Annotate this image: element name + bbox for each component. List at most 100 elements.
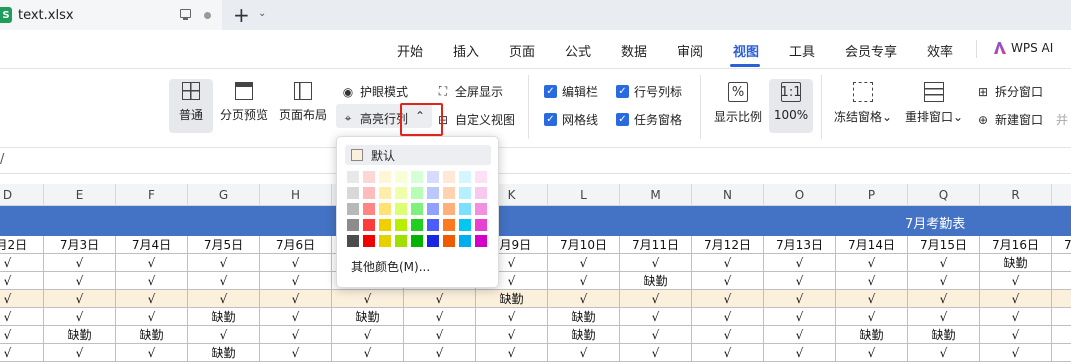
color-swatch[interactable] [443,203,455,215]
color-swatch[interactable] [395,219,407,231]
color-swatch[interactable] [347,171,359,183]
task-pane-checkbox[interactable]: ✓ 任务窗格 [616,111,682,128]
cell[interactable]: √ [260,326,332,344]
cell[interactable]: √ [908,290,980,308]
cell[interactable]: √ [620,344,692,362]
cell[interactable]: √ [332,290,404,308]
column-header-h[interactable]: H [260,184,332,206]
cell[interactable]: √ [0,308,44,326]
cell[interactable]: √ [836,308,908,326]
cell[interactable]: √ [404,290,476,308]
cell[interactable]: 缺勤 [836,326,908,344]
color-swatch[interactable] [459,203,471,215]
cell[interactable]: √ [764,254,836,272]
color-swatch[interactable] [411,171,423,183]
cell[interactable]: √ [116,344,188,362]
color-swatch[interactable] [347,187,359,199]
color-swatch[interactable] [363,235,375,247]
formula-bar-checkbox[interactable]: ✓ 编辑栏 [544,83,598,100]
side-by-side-button[interactable]: 并 [1056,111,1068,128]
cell[interactable]: 7月10日 [548,236,620,254]
cell[interactable]: √ [764,344,836,362]
cell[interactable]: √ [1052,326,1071,344]
color-swatch[interactable] [347,219,359,231]
cell[interactable]: √ [188,290,260,308]
color-swatch[interactable] [363,187,375,199]
color-swatch[interactable] [395,203,407,215]
cell[interactable]: √ [44,254,116,272]
color-swatch[interactable] [363,171,375,183]
cell[interactable]: √ [44,308,116,326]
color-swatch[interactable] [427,219,439,231]
freeze-panes-button[interactable]: 冻结窗格⌄ [832,82,894,125]
sheet-title-band[interactable]: 7月考勤表 [0,206,1071,236]
color-swatch[interactable] [427,203,439,215]
cell[interactable]: √ [260,344,332,362]
color-swatch[interactable] [475,171,487,183]
cell[interactable]: 7月16日 [980,236,1052,254]
cell[interactable]: 缺勤 [476,290,548,308]
cell[interactable]: √ [404,308,476,326]
custom-view-button[interactable]: ⊟ 自定义视图 [436,111,515,128]
menu-formula[interactable]: 公式 [565,41,591,60]
color-swatch[interactable] [427,171,439,183]
cell[interactable]: √ [836,344,908,362]
default-color-option[interactable]: 默认 [345,145,491,165]
menu-page[interactable]: 页面 [509,41,535,60]
color-swatch[interactable] [427,235,439,247]
cell[interactable]: √ [908,254,980,272]
cell[interactable]: √ [1052,272,1071,290]
cell[interactable]: 7月17日 [1052,236,1071,254]
color-swatch[interactable] [395,171,407,183]
column-header-r[interactable]: R [980,184,1052,206]
color-swatch[interactable] [395,187,407,199]
color-swatch[interactable] [427,187,439,199]
cell[interactable]: √ [332,326,404,344]
cell[interactable]: √ [692,290,764,308]
more-colors-option[interactable]: 其他颜色(M)... [351,258,430,275]
cell[interactable]: √ [764,308,836,326]
rearrange-windows-button[interactable]: 重排窗口⌄ [903,82,965,125]
cell[interactable]: √ [692,326,764,344]
color-swatch[interactable] [411,187,423,199]
gridlines-checkbox[interactable]: ✓ 网格线 [544,111,598,128]
cell[interactable]: 7月3日 [44,236,116,254]
color-swatch[interactable] [379,235,391,247]
cell[interactable]: √ [476,344,548,362]
cell[interactable]: √ [548,272,620,290]
cell[interactable]: √ [692,344,764,362]
column-header-l[interactable]: L [548,184,620,206]
cell[interactable]: √ [1052,290,1071,308]
cell[interactable]: 7月15日 [908,236,980,254]
highlight-rowcol-button[interactable]: ⌖ 高亮行列 [341,110,408,127]
cell[interactable]: √ [908,344,980,362]
eye-care-button[interactable]: ◉ 护眼模式 [341,83,408,100]
color-swatch[interactable] [379,219,391,231]
cell[interactable]: √ [692,254,764,272]
new-tab-plus-icon[interactable]: + [233,3,250,27]
cell[interactable]: √ [44,272,116,290]
new-window-button[interactable]: ⊕ 新建窗口 [976,111,1043,128]
split-window-button[interactable]: ⊞ 拆分窗口 [976,83,1043,100]
cell[interactable]: 缺勤 [116,326,188,344]
column-header-q[interactable]: Q [908,184,980,206]
cell[interactable]: 缺勤 [548,326,620,344]
cell[interactable]: 7月13日 [764,236,836,254]
cell[interactable]: √ [116,308,188,326]
page-layout-button[interactable]: 页面布局 [277,82,329,123]
color-swatch[interactable] [459,187,471,199]
cell[interactable]: 缺勤 [332,308,404,326]
cell[interactable]: √ [476,308,548,326]
cell[interactable]: √ [1052,308,1071,326]
cell[interactable]: 缺勤 [620,272,692,290]
cell[interactable]: √ [116,290,188,308]
normal-view-button[interactable]: 普通 [169,79,213,133]
color-swatch[interactable] [475,235,487,247]
chevron-down-icon[interactable]: ⌄ [258,8,266,19]
cell[interactable]: √ [548,290,620,308]
menu-insert[interactable]: 插入 [453,41,479,60]
column-header-p[interactable]: P [836,184,908,206]
color-swatch[interactable] [475,187,487,199]
menu-tools[interactable]: 工具 [789,41,815,60]
cell[interactable]: √ [620,308,692,326]
